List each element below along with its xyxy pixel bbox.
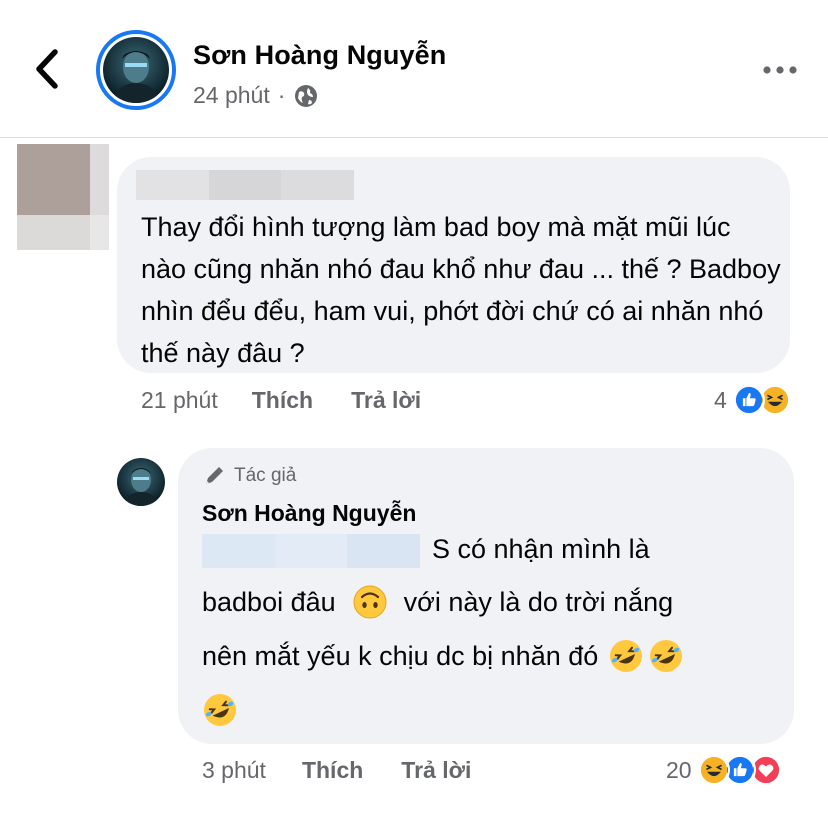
like-button[interactable]: Thích (252, 387, 313, 414)
rofl-emoji-icon (650, 640, 683, 672)
blurred-commenter-name[interactable] (136, 170, 355, 200)
reply-reactions[interactable]: 20 (666, 754, 782, 786)
reaction-count: 4 (714, 386, 727, 413)
post-header: Sơn Hoàng Nguyễn 24 phút · (0, 0, 828, 138)
post-time[interactable]: 24 phút (193, 82, 270, 109)
author-name[interactable]: Sơn Hoàng Nguyễn (193, 40, 446, 71)
comment-time[interactable]: 21 phút (141, 387, 218, 414)
reply-author-avatar[interactable] (117, 458, 165, 506)
author-badge: Tác giả (202, 464, 296, 488)
globe-icon (295, 84, 318, 107)
reply-text-2: badboi đâu (202, 586, 336, 617)
reply-reply-button[interactable]: Trả lời (401, 757, 471, 784)
meta-separator: · (277, 82, 286, 108)
reply-text-line-3: nên mắt yếu k chịu dc bị nhăn đó (202, 638, 684, 674)
reply-text-2b: với này là do trời nắng (403, 586, 674, 617)
comment-reactions[interactable]: 4 (714, 384, 791, 416)
reply-text-3: nên mắt yếu k chịu dc bị nhăn đó (202, 640, 599, 671)
reply-button[interactable]: Trả lời (351, 387, 421, 414)
rofl-emoji-icon (610, 640, 643, 672)
reply-time[interactable]: 3 phút (202, 757, 266, 784)
reply-like-button[interactable]: Thích (302, 757, 363, 784)
reply-actions: 3 phút Thích Trả lời (202, 757, 471, 784)
comment-bubble: Thay đổi hình tượng làm bad boy mà mặt m… (117, 157, 790, 373)
comment-actions: 21 phút Thích Trả lời (141, 387, 421, 414)
reply-bubble: Tác giả Sơn Hoàng Nguyễn S có nhận mình … (178, 448, 794, 744)
rofl-emoji-icon (204, 694, 236, 726)
reply-reaction-count: 20 (666, 756, 692, 783)
post-meta: 24 phút · (193, 82, 319, 109)
upside-down-face-icon (353, 585, 387, 619)
haha-icon (697, 754, 730, 786)
reply-text-line-1: S có nhận mình là (432, 534, 650, 565)
author-avatar[interactable] (96, 30, 176, 110)
reply-text-line-4 (202, 692, 238, 728)
blurred-mention[interactable] (202, 534, 421, 568)
avatar-photo (103, 37, 169, 103)
pen-icon (206, 467, 223, 484)
reply-avatar-photo (117, 458, 165, 506)
like-icon (732, 384, 765, 416)
blurred-commenter-avatar[interactable] (17, 144, 109, 250)
comment-text: Thay đổi hình tượng làm bad boy mà mặt m… (141, 212, 781, 368)
reply-text-line-2: badboi đâu với này là do trời nắng (202, 584, 673, 620)
reply-text-1: S có nhận mình là (432, 534, 650, 564)
back-arrow-icon[interactable] (28, 46, 68, 92)
reply-author-name[interactable]: Sơn Hoàng Nguyễn (202, 500, 416, 527)
author-badge-label: Tác giả (234, 465, 297, 486)
more-options-icon[interactable] (760, 56, 800, 84)
